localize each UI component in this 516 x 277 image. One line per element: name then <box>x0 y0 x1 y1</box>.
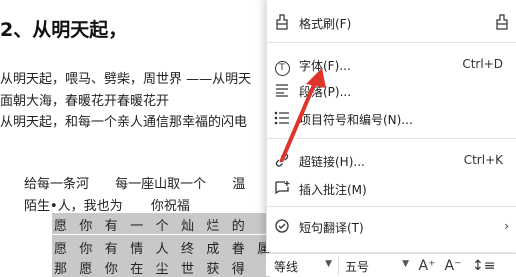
menu-item-shortcut: Ctrl+D <box>462 57 503 71</box>
document-line: 面朝大海，春暖花开春暖花开 <box>0 94 170 109</box>
menu-item-hyperlink[interactable]: 超链接(H)... Ctrl+K <box>267 148 516 174</box>
shrink-font-button[interactable]: A⁻ <box>442 257 464 275</box>
menu-item-translate[interactable]: 短句翻译(T) › <box>267 214 516 240</box>
menu-item-label: 插入批注(M) <box>299 183 367 197</box>
menu-item-shortcut: Ctrl+K <box>463 153 503 167</box>
menu-separator <box>267 42 516 43</box>
chevron-down-icon: ▼ <box>402 259 409 269</box>
format-painter-icon[interactable] <box>493 14 511 32</box>
menu-item-label: 项目符号和编号(N)... <box>299 113 413 127</box>
bullet-list-icon <box>273 110 291 128</box>
font-size-select[interactable]: 五号 ▼ <box>338 257 411 275</box>
document-heading: 2、从明天起， <box>0 19 128 41</box>
font-icon: T <box>273 56 291 76</box>
menu-item-format-painter[interactable]: 格式刷(F) <box>267 10 516 36</box>
chevron-down-icon: ▼ <box>325 259 332 269</box>
menu-separator <box>267 206 516 207</box>
menu-item-bullets-numbering[interactable]: 项目符号和编号(N)... <box>267 106 516 132</box>
document-line: 从明天起，喂马、劈柴，周世界 ——从明天 <box>0 72 252 87</box>
menu-item-font[interactable]: T 字体(F)... Ctrl+D <box>267 52 516 78</box>
menu-item-label: 短句翻译(T) <box>299 221 364 235</box>
font-name-value: 等线 <box>274 260 299 274</box>
poem-phrase: 给每一条河 <box>24 177 90 192</box>
menu-item-label: 段落(P)... <box>299 85 352 99</box>
selected-text-row: 愿你有情人终成眷属 <box>54 242 283 257</box>
chevron-right-icon: › <box>504 219 509 233</box>
poem-phrase: 你祝福 <box>150 199 190 214</box>
selected-text-row: 愿你有一个灿烂的 <box>54 219 258 234</box>
menu-item-label: 字体(F)... <box>299 59 351 73</box>
poem-phrase: 温 <box>232 177 246 192</box>
poem-line: 给每一条河 每一座山取一个 温 <box>24 173 245 192</box>
format-painter-icon <box>273 14 291 32</box>
mini-toolbar: 等线 ▼ 五号 ▼ A⁺ A⁻ ↕≡ <box>266 253 516 276</box>
comment-icon <box>273 180 291 198</box>
poem-line: 陌生•人，我也为 你祝福 <box>24 195 190 214</box>
menu-item-insert-comment[interactable]: 插入批注(M) <box>267 176 516 202</box>
context-menu: 格式刷(F) T 字体(F)... Ctrl+D 段落(P)... 项目符号和编… <box>266 0 516 252</box>
document-line: 从明天起，和每一个亲人通信那幸福的闪电 <box>0 115 248 130</box>
grow-font-button[interactable]: A⁺ <box>416 257 438 275</box>
paragraph-icon <box>273 82 291 100</box>
link-icon <box>273 152 291 170</box>
translate-icon <box>273 218 291 236</box>
menu-separator <box>267 138 516 139</box>
font-size-value: 五号 <box>345 260 370 274</box>
poem-phrase: 陌生•人，我也为 <box>24 199 123 214</box>
menu-item-label: 超链接(H)... <box>299 155 365 169</box>
menu-item-paragraph[interactable]: 段落(P)... <box>267 78 516 104</box>
menu-item-label: 格式刷(F) <box>299 17 352 31</box>
selected-text-row: 那愿你在尘世获得 <box>54 262 258 277</box>
font-name-select[interactable]: 等线 ▼ <box>268 257 334 275</box>
line-spacing-button[interactable]: ↕≡ <box>472 257 495 275</box>
poem-phrase: 每一座山取一个 <box>115 177 207 192</box>
